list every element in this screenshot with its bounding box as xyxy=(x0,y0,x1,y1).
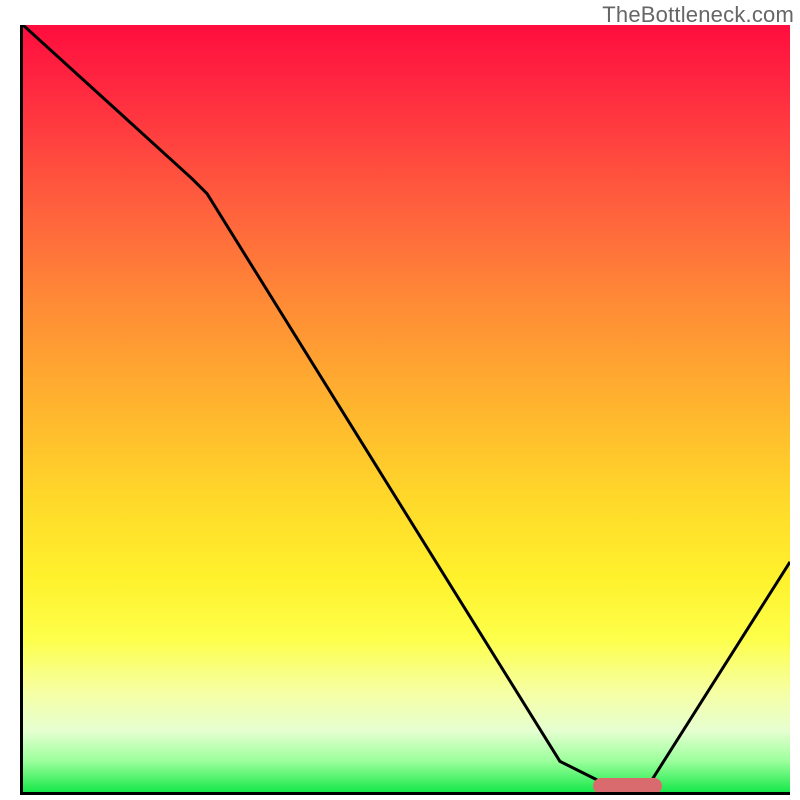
plot-area xyxy=(20,25,790,795)
bottleneck-curve xyxy=(23,25,790,792)
chart-stage: TheBottleneck.com xyxy=(0,0,800,800)
optimal-range-marker xyxy=(593,778,662,794)
watermark-text: TheBottleneck.com xyxy=(602,2,794,28)
curve-path xyxy=(23,25,790,792)
